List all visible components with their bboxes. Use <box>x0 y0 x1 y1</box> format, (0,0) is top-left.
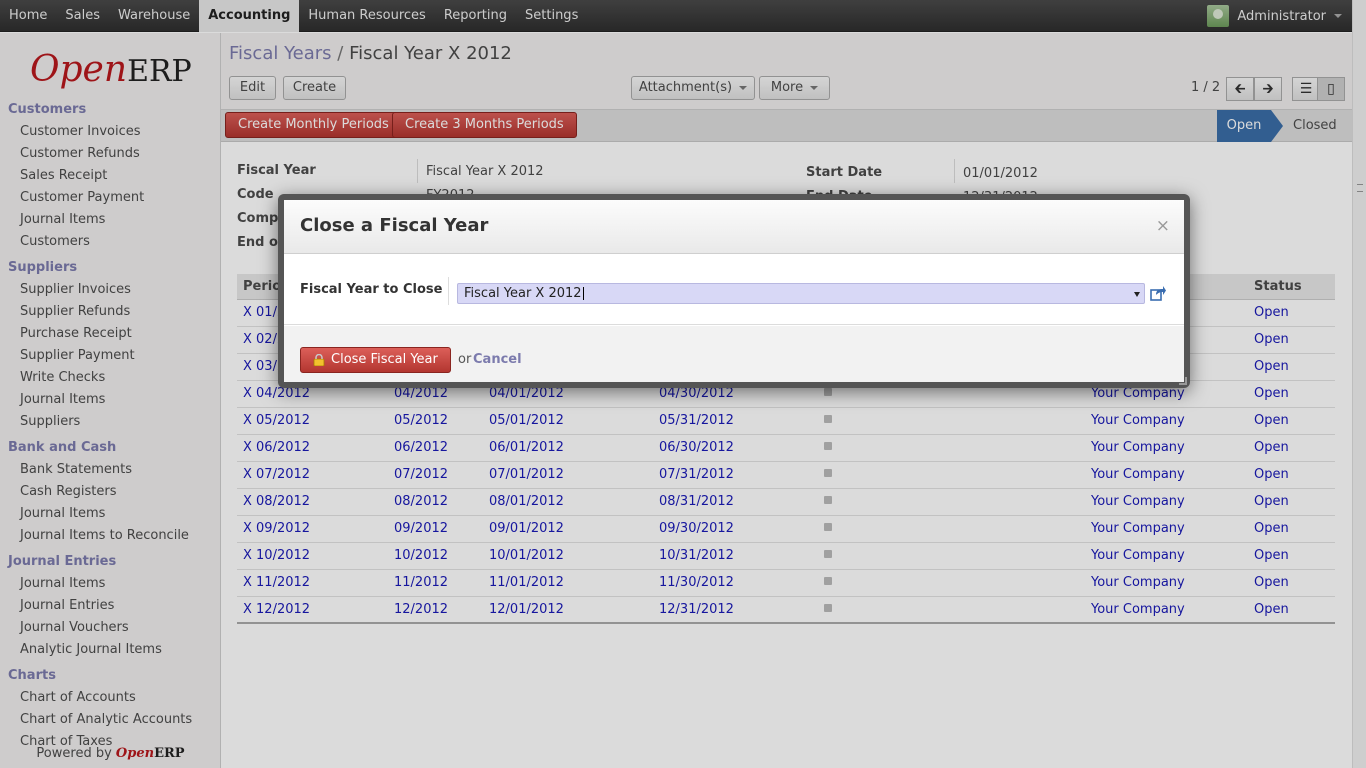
lock-icon <box>313 354 325 366</box>
cancel-link[interactable]: Cancel <box>473 352 522 367</box>
close-fiscal-year-button[interactable]: Close Fiscal Year <box>300 347 451 373</box>
close-fiscal-year-label: Close Fiscal Year <box>331 352 438 367</box>
external-link-icon[interactable] <box>1150 285 1166 301</box>
dialog-footer: Close Fiscal Year or Cancel <box>284 326 1184 382</box>
close-icon[interactable]: × <box>1156 216 1170 236</box>
dialog-header: Close a Fiscal Year × <box>284 200 1184 254</box>
dialog-content: Close a Fiscal Year × Fiscal Year to Clo… <box>284 200 1184 382</box>
close-fiscal-year-dialog: Close a Fiscal Year × Fiscal Year to Clo… <box>278 194 1190 388</box>
fiscal-year-to-close-input[interactable]: Fiscal Year X 2012 <box>457 283 1145 304</box>
dialog-body: Fiscal Year to Close Fiscal Year X 2012 <box>284 255 1184 325</box>
dialog-title: Close a Fiscal Year <box>300 215 489 236</box>
dropdown-arrow-icon[interactable] <box>1134 292 1140 297</box>
resize-handle-icon[interactable] <box>1179 377 1187 385</box>
fiscal-year-to-close-label: Fiscal Year to Close <box>300 282 443 297</box>
text-cursor <box>582 287 584 300</box>
fiscal-year-to-close-value: Fiscal Year X 2012 <box>464 286 582 301</box>
or-text: or <box>458 352 472 367</box>
field-divider <box>448 277 449 305</box>
